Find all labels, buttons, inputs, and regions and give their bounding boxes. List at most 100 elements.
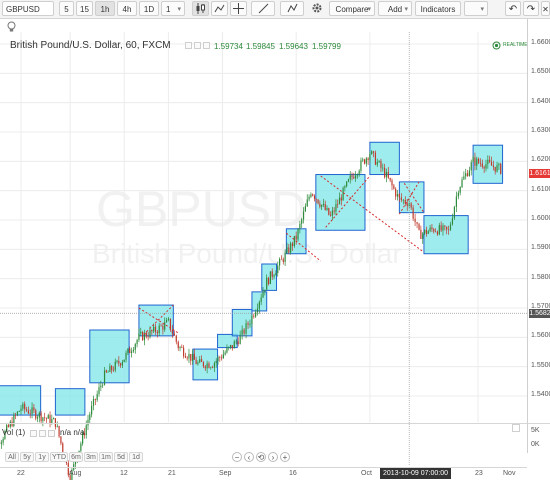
- candle-body: [319, 204, 320, 207]
- zoom-out-button[interactable]: −: [232, 452, 242, 462]
- range-5d-button[interactable]: 5d: [114, 452, 128, 462]
- scroll-right-button[interactable]: ›: [268, 452, 278, 462]
- price-chart[interactable]: [0, 19, 550, 480]
- candle-body: [456, 196, 457, 206]
- candle-body: [185, 356, 186, 358]
- candle-body: [243, 330, 244, 334]
- candle-body: [33, 407, 34, 410]
- candle-body: [480, 163, 481, 164]
- candle-body: [368, 158, 369, 160]
- bar-style-button[interactable]: [192, 1, 209, 16]
- candle-body: [223, 355, 224, 359]
- candle-body: [109, 366, 110, 372]
- range-1m-button[interactable]: 1m: [99, 452, 113, 462]
- candle-body: [155, 327, 156, 332]
- interval-5-button[interactable]: 5: [59, 1, 74, 16]
- range-label: 1m: [101, 454, 111, 461]
- range-ytd-button[interactable]: YTD: [50, 452, 68, 462]
- interval-label: 4h: [123, 5, 132, 14]
- price-axis[interactable]: 1.66001.65001.64001.63001.62001.61001.60…: [527, 19, 550, 434]
- candle-body: [249, 324, 250, 325]
- cursor-tool-button[interactable]: [230, 1, 247, 16]
- chevron-left-icon: ‹: [248, 453, 251, 462]
- range-label: 6m: [71, 454, 81, 461]
- candle-body: [403, 200, 404, 201]
- candle-body: [172, 330, 173, 334]
- candle-body: [458, 193, 459, 197]
- redo-button[interactable]: ↷: [523, 1, 539, 16]
- redo-icon: ↷: [527, 4, 535, 15]
- candle-body: [283, 259, 284, 262]
- candle-body: [371, 151, 372, 154]
- candle-body: [259, 302, 260, 309]
- interval-4h-button[interactable]: 4h: [117, 1, 137, 16]
- candle-body: [342, 188, 343, 201]
- undo-button[interactable]: ↶: [505, 1, 521, 16]
- realtime-indicator: [492, 41, 501, 52]
- candle-body: [113, 370, 114, 371]
- candle-body: [299, 224, 300, 229]
- volume-settings-toggle[interactable]: [39, 430, 46, 437]
- add-button[interactable]: Add▾: [378, 1, 412, 16]
- range-1d-button[interactable]: 1d: [129, 452, 143, 462]
- price-axis-label: 1.6000: [531, 215, 550, 222]
- more-dropdown[interactable]: ▾: [464, 1, 488, 16]
- candle-body: [17, 412, 18, 415]
- time-axis[interactable]: 22 Aug 12 21 Sep 16 Oct 2013-10-09 07:00…: [0, 467, 527, 481]
- candle-body: [360, 160, 361, 170]
- range-6m-button[interactable]: 6m: [69, 452, 83, 462]
- interval-label: 5: [64, 5, 68, 14]
- candle-body: [157, 332, 158, 333]
- maximize-pane-button[interactable]: [512, 424, 520, 432]
- candle-body: [270, 271, 271, 284]
- candle-body: [500, 164, 501, 174]
- candle-body: [326, 208, 327, 210]
- candle-body: [197, 362, 198, 364]
- range-3m-button[interactable]: 3m: [84, 452, 98, 462]
- range-1y-button[interactable]: 1y: [35, 452, 49, 462]
- indicators-button[interactable]: Indicators: [415, 1, 461, 16]
- compare-button[interactable]: Compare▾: [329, 1, 375, 16]
- volume-close-toggle[interactable]: [48, 430, 55, 437]
- candle-body: [201, 359, 202, 362]
- interval-1h-button[interactable]: 1h: [95, 1, 115, 16]
- candle-body: [268, 278, 269, 284]
- zoom-in-button[interactable]: +: [280, 452, 290, 462]
- candle-body: [444, 226, 445, 227]
- candle-body: [15, 415, 16, 416]
- range-5y-button[interactable]: 5y: [20, 452, 34, 462]
- candle-body: [286, 247, 287, 252]
- candle-body: [437, 232, 438, 235]
- chart-title: British Pound/U.S. Dollar, 60, FXCM: [10, 40, 171, 51]
- custom-interval-dropdown[interactable]: 1▾: [161, 1, 185, 16]
- symbol-search-input[interactable]: GBPUSD: [2, 1, 54, 16]
- candle-body: [44, 417, 45, 418]
- candle-body: [471, 162, 472, 170]
- realtime-icon: [492, 41, 501, 50]
- time-axis-label: 16: [289, 470, 297, 477]
- settings-button[interactable]: [309, 1, 325, 16]
- add-label: Add: [388, 5, 402, 14]
- candle-body: [450, 224, 451, 229]
- volume-eye-toggle[interactable]: [30, 430, 37, 437]
- candle-body: [303, 212, 304, 220]
- trendline-tool-button[interactable]: [251, 1, 275, 16]
- range-all-button[interactable]: All: [5, 452, 19, 462]
- candle-body: [188, 354, 189, 358]
- reset-button[interactable]: ⟲: [256, 452, 266, 462]
- candle-body: [122, 362, 123, 365]
- reset-icon: ⟲: [258, 453, 265, 462]
- price-axis-label: 1.6300: [531, 127, 550, 134]
- legend-high: 1.59845: [246, 42, 275, 51]
- candle-body: [359, 171, 360, 175]
- scroll-left-button[interactable]: ‹: [244, 452, 254, 462]
- legend-eye-toggle[interactable]: [185, 42, 192, 49]
- close-button[interactable]: ✕: [541, 1, 550, 16]
- legend-close-toggle[interactable]: [203, 42, 210, 49]
- interval-1d-button[interactable]: 1D: [139, 1, 159, 16]
- pitchfork-tool-button[interactable]: [280, 1, 304, 16]
- interval-15-button[interactable]: 15: [76, 1, 93, 16]
- legend-settings-toggle[interactable]: [194, 42, 201, 49]
- candle-body: [346, 182, 347, 187]
- compare-style-button[interactable]: [211, 1, 228, 16]
